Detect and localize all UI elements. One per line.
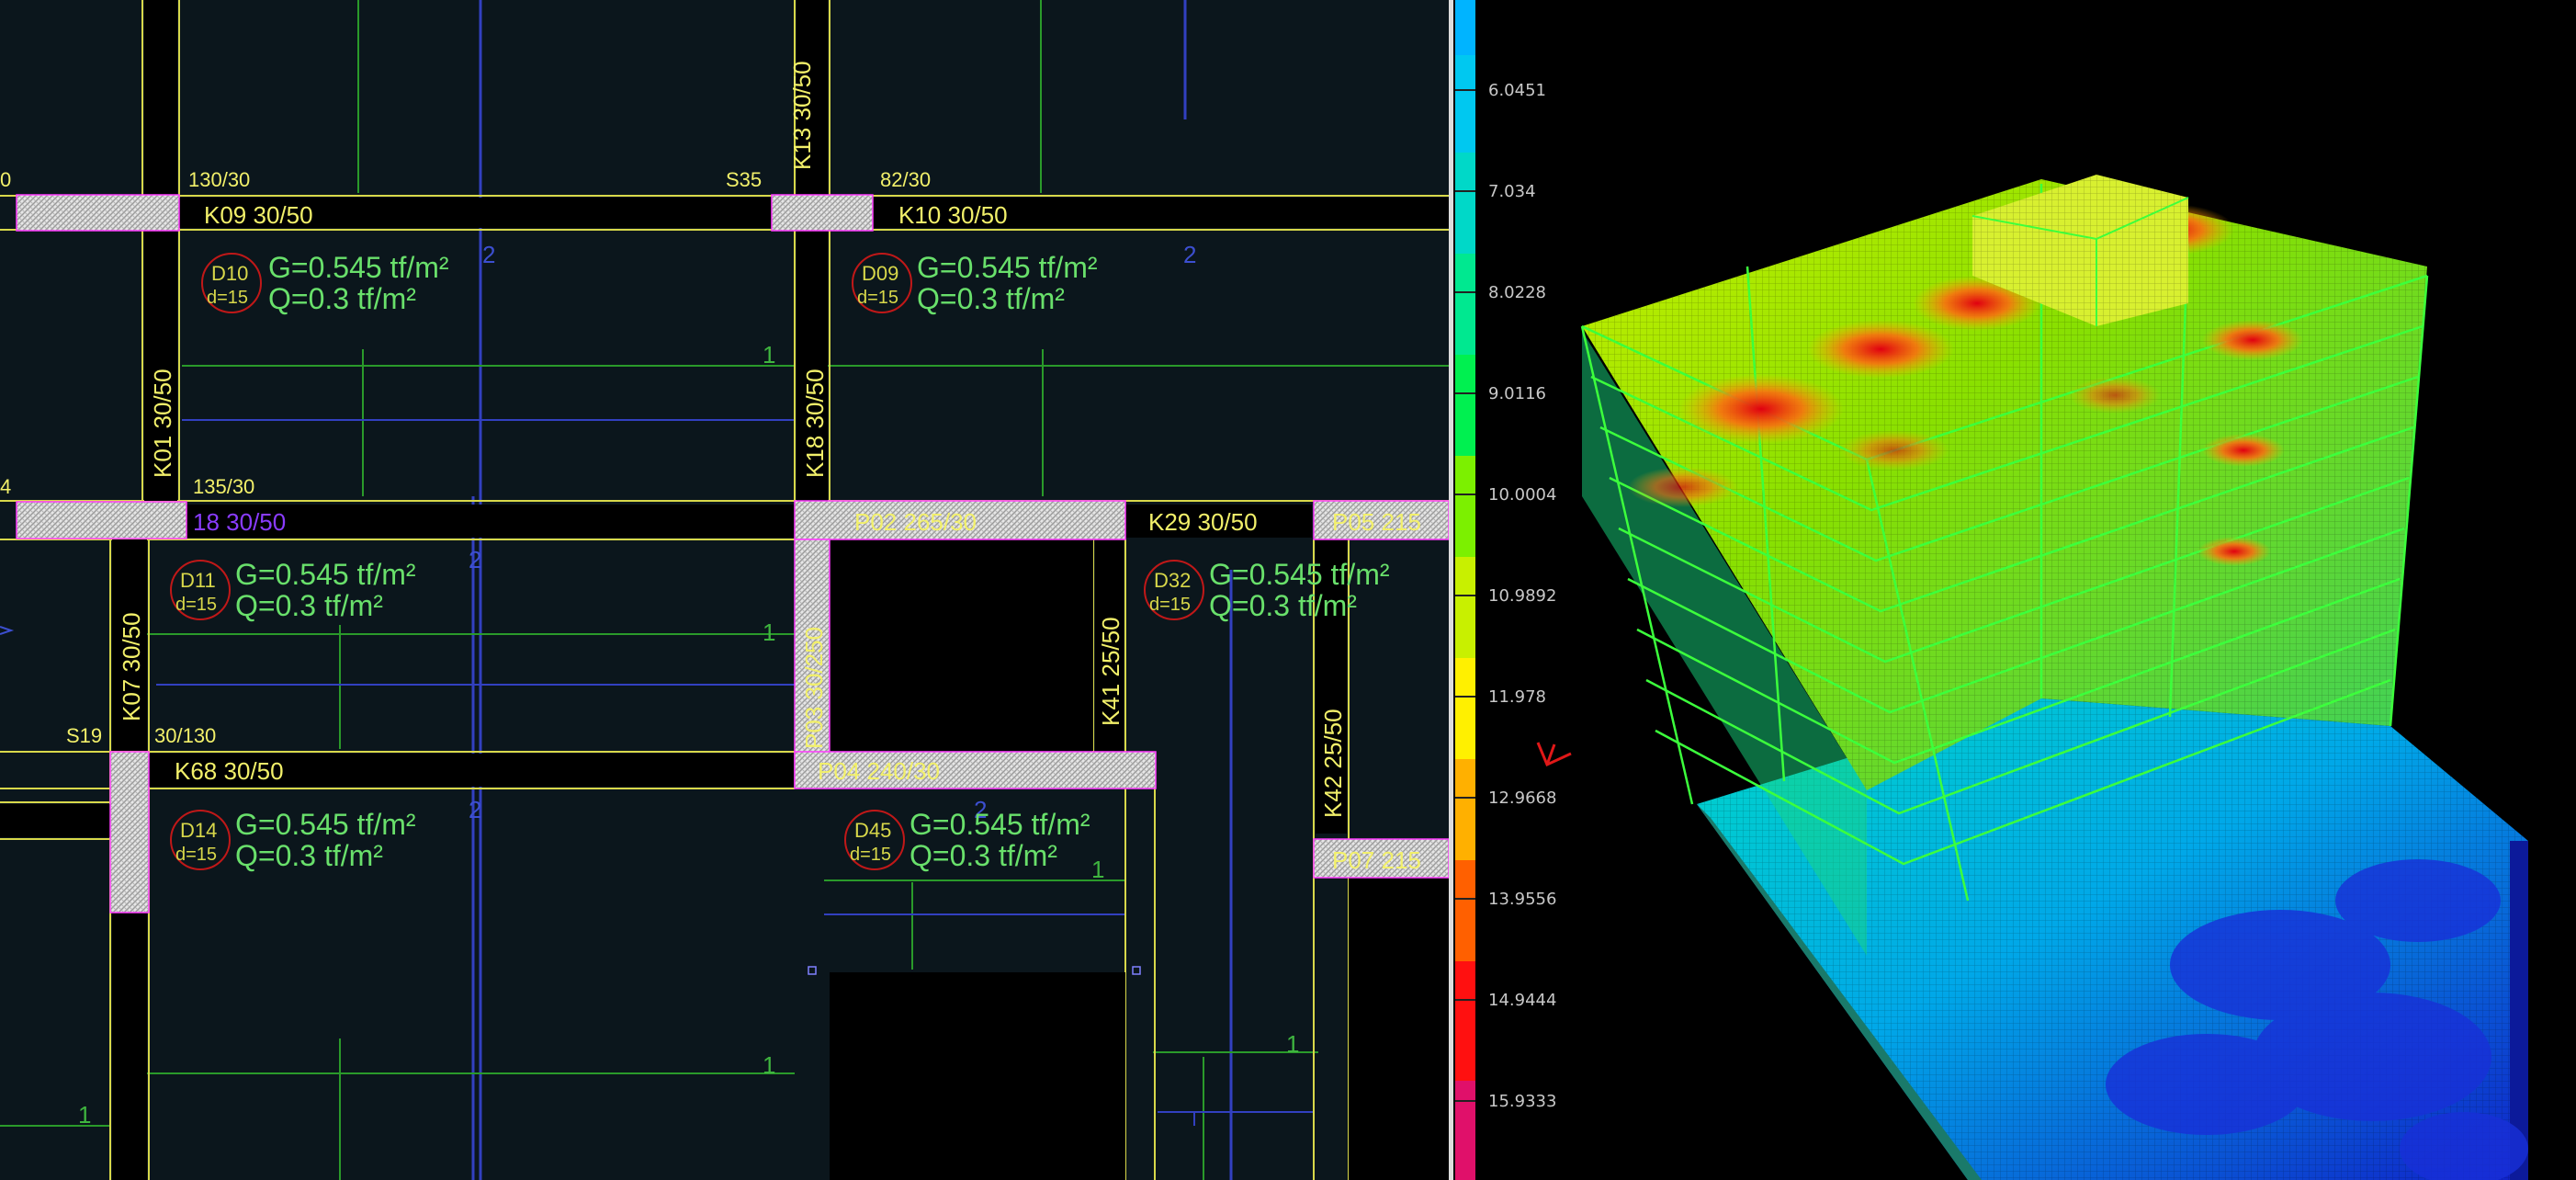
floor-plan-canvas[interactable]: K09 30/50 K10 30/50 18 30/50 K29 30/50 K… xyxy=(0,0,1449,1180)
beam-label-k07[interactable]: K07 30/50 xyxy=(118,612,145,721)
legend-band-1 xyxy=(1455,0,1475,55)
legend-band-11 xyxy=(1455,961,1475,1081)
column-label-s19[interactable]: S19 xyxy=(66,724,102,747)
slab-label[interactable]: D09 d=15 G=0.545 tf/m² Q=0.3 tf/m² xyxy=(852,251,1098,315)
slab-dead-load: G=0.545 tf/m² xyxy=(235,808,416,841)
beam-label-k01[interactable]: K01 30/50 xyxy=(149,369,176,478)
legend-band-6 xyxy=(1455,456,1475,557)
axis-number-2: 2 xyxy=(482,241,495,268)
beam-label-k18v[interactable]: K18 30/50 xyxy=(801,369,829,478)
slab-id: D10 xyxy=(211,262,248,285)
legend-tick-label: 10.0004 xyxy=(1488,485,1556,505)
column-label-s35[interactable]: S35 xyxy=(726,168,762,191)
slab-live-load: Q=0.3 tf/m² xyxy=(1209,589,1357,622)
slab-id: D14 xyxy=(180,819,217,842)
legend-tick-label: 10.9892 xyxy=(1488,586,1556,606)
axis-number-2: 2 xyxy=(469,546,481,573)
slab-thickness: d=15 xyxy=(175,845,217,865)
slab-live-load: Q=0.3 tf/m² xyxy=(910,839,1057,872)
axis-number-1: 1 xyxy=(763,341,775,369)
beam-label-k13[interactable]: K13 30/50 xyxy=(788,61,816,170)
slab-thickness: d=15 xyxy=(850,845,891,865)
legend-tick-label: 6.0451 xyxy=(1488,81,1546,100)
column-label-left-0: 0 xyxy=(0,168,11,191)
legend-tick-label: 11.978 xyxy=(1488,687,1546,707)
beam-label-k29[interactable]: K29 30/50 xyxy=(1148,508,1258,536)
slab-id: D11 xyxy=(180,569,216,592)
slab-dead-load: G=0.545 tf/m² xyxy=(917,251,1098,284)
wall-label-p07[interactable]: P07 215 xyxy=(1332,846,1421,874)
legend-tick-label: 13.9556 xyxy=(1488,890,1556,909)
legend-band-5 xyxy=(1455,355,1475,456)
legend-band-7 xyxy=(1455,557,1475,658)
axis-number-1: 1 xyxy=(78,1101,91,1129)
slab-live-load: Q=0.3 tf/m² xyxy=(917,282,1065,315)
slab-dead-load: G=0.545 tf/m² xyxy=(235,558,416,591)
beam-label-k42[interactable]: K42 25/50 xyxy=(1319,709,1347,818)
legend-tick-label: 15.9333 xyxy=(1488,1092,1556,1111)
slab-dead-load: G=0.545 tf/m² xyxy=(910,808,1090,841)
wall-label-p02[interactable]: P02 265/30 xyxy=(854,508,977,536)
slab-thickness: d=15 xyxy=(1149,595,1191,615)
wall-label-p05[interactable]: P05 215 xyxy=(1332,508,1421,536)
legend-tick-label: 9.0116 xyxy=(1488,384,1546,403)
slab-id: D09 xyxy=(862,262,898,285)
contour-legend[interactable]: 6.0451 7.034 8.0228 9.0116 10.0004 10.98… xyxy=(1455,0,1556,1180)
slab-label[interactable]: D32 d=15 G=0.545 tf/m² Q=0.3 tf/m² xyxy=(1144,558,1390,622)
axis-triad-icon xyxy=(1536,742,1572,767)
slab-label[interactable]: D14 d=15 G=0.545 tf/m² Q=0.3 tf/m² xyxy=(170,808,416,872)
beam-label-k68[interactable]: K68 30/50 xyxy=(175,757,284,785)
legend-tick-label: 14.9444 xyxy=(1488,991,1556,1010)
legend-band-10 xyxy=(1455,860,1475,961)
slab-thickness: d=15 xyxy=(207,288,248,308)
legend-band-2 xyxy=(1455,55,1475,153)
axis-number-1: 1 xyxy=(763,618,775,646)
legend-band-3 xyxy=(1455,153,1475,254)
beam-label-k41[interactable]: K41 25/50 xyxy=(1097,617,1124,726)
slab-live-load: Q=0.3 tf/m² xyxy=(235,589,383,622)
legend-band-4 xyxy=(1455,254,1475,355)
wall-label-p03[interactable]: P03 30/250 xyxy=(800,627,828,749)
left-arrow-icon xyxy=(0,626,15,635)
building-3d-model[interactable] xyxy=(1580,175,2528,1180)
slab-id: D45 xyxy=(854,819,891,842)
slab-label[interactable]: D45 d=15 G=0.545 tf/m² Q=0.3 tf/m² xyxy=(844,808,1090,872)
slab-dead-load: G=0.545 tf/m² xyxy=(1209,558,1390,591)
slab-live-load: Q=0.3 tf/m² xyxy=(235,839,383,872)
axis-number-1: 1 xyxy=(1091,856,1104,883)
column-dim-130-30: 130/30 xyxy=(188,168,250,191)
legend-tick-label: 8.0228 xyxy=(1488,283,1546,302)
slab-label[interactable]: D11 d=15 G=0.545 tf/m² Q=0.3 tf/m² xyxy=(170,558,416,622)
model-3d-canvas[interactable]: 6.0451 7.034 8.0228 9.0116 10.0004 10.98… xyxy=(1453,0,2576,1180)
column-dim-30-130: 30/130 xyxy=(154,724,216,747)
column-label-left-4: 4 xyxy=(0,475,11,498)
legend-tick-label: 12.9668 xyxy=(1488,789,1556,808)
beam-label-k09[interactable]: K09 30/50 xyxy=(204,201,313,229)
legend-band-12 xyxy=(1455,1081,1475,1180)
slab-thickness: d=15 xyxy=(175,595,217,615)
slab-label[interactable]: D10 d=15 G=0.545 tf/m² Q=0.3 tf/m² xyxy=(201,251,449,315)
model-3d-view[interactable]: 6.0451 7.034 8.0228 9.0116 10.0004 10.98… xyxy=(1453,0,2576,1180)
legend-band-9 xyxy=(1455,759,1475,860)
floor-plan-view[interactable]: K09 30/50 K10 30/50 18 30/50 K29 30/50 K… xyxy=(0,0,1449,1180)
column-dim-82-30: 82/30 xyxy=(880,168,931,191)
wall-label-p04[interactable]: P04 240/30 xyxy=(818,757,940,785)
slab-live-load: Q=0.3 tf/m² xyxy=(268,282,416,315)
slab-id: D32 xyxy=(1154,569,1191,592)
axis-number-1: 1 xyxy=(763,1051,775,1079)
slab-dead-load: G=0.545 tf/m² xyxy=(268,251,449,284)
legend-tick-label: 7.034 xyxy=(1488,182,1536,201)
column-dim-135-30: 135/30 xyxy=(193,475,254,498)
axis-number-2: 2 xyxy=(469,796,481,823)
axis-number-2: 2 xyxy=(1183,241,1196,268)
beam-label-k10[interactable]: K10 30/50 xyxy=(898,201,1008,229)
slab-thickness: d=15 xyxy=(857,288,898,308)
axis-number-1: 1 xyxy=(1286,1030,1299,1058)
legend-band-8 xyxy=(1455,658,1475,759)
beam-label-k18[interactable]: 18 30/50 xyxy=(193,508,286,536)
